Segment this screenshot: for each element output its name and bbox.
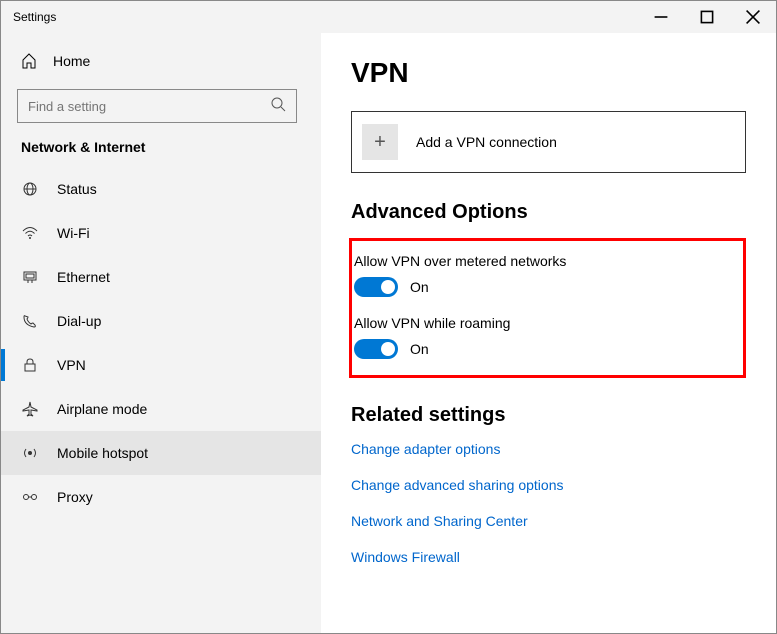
close-button[interactable] [730, 1, 776, 33]
window-controls [638, 1, 776, 33]
home-button[interactable]: Home [1, 41, 321, 81]
highlight-box: Allow VPN over metered networks On Allow… [349, 238, 746, 378]
airplane-icon [21, 401, 39, 417]
metered-toggle[interactable] [354, 277, 398, 297]
sidebar-item-label: Dial-up [57, 313, 101, 329]
link-sharing-options[interactable]: Change advanced sharing options [351, 477, 746, 493]
sidebar-item-label: Status [57, 181, 97, 197]
sidebar-item-label: Ethernet [57, 269, 110, 285]
sidebar-item-label: Airplane mode [57, 401, 147, 417]
dialup-icon [21, 313, 39, 329]
status-icon [21, 181, 39, 197]
link-adapter-options[interactable]: Change adapter options [351, 441, 746, 457]
sidebar-item-status[interactable]: Status [1, 167, 321, 211]
sidebar: Home Network & Internet Status Wi-Fi Eth… [1, 33, 321, 633]
sidebar-item-dialup[interactable]: Dial-up [1, 299, 321, 343]
search-input[interactable] [17, 89, 297, 123]
maximize-button[interactable] [684, 1, 730, 33]
window-title: Settings [1, 10, 56, 24]
sidebar-item-hotspot[interactable]: Mobile hotspot [1, 431, 321, 475]
sidebar-item-proxy[interactable]: Proxy [1, 475, 321, 519]
category-header: Network & Internet [1, 139, 321, 167]
hotspot-icon [21, 445, 39, 461]
sidebar-item-ethernet[interactable]: Ethernet [1, 255, 321, 299]
home-icon [21, 53, 37, 69]
roaming-toggle[interactable] [354, 339, 398, 359]
wifi-icon [21, 225, 39, 241]
main-content: VPN + Add a VPN connection Advanced Opti… [321, 33, 776, 633]
sidebar-item-label: Mobile hotspot [57, 445, 148, 461]
sidebar-item-label: VPN [57, 357, 86, 373]
ethernet-icon [21, 269, 39, 285]
metered-label: Allow VPN over metered networks [352, 253, 727, 269]
plus-icon: + [362, 124, 398, 160]
add-vpn-button[interactable]: + Add a VPN connection [351, 111, 746, 173]
related-settings-title: Related settings [351, 404, 746, 427]
roaming-label: Allow VPN while roaming [352, 315, 727, 331]
titlebar: Settings [1, 1, 776, 33]
sidebar-item-label: Proxy [57, 489, 93, 505]
search-icon [270, 96, 286, 117]
nav-list: Status Wi-Fi Ethernet Dial-up VPN Airpla… [1, 167, 321, 519]
proxy-icon [21, 489, 39, 505]
sidebar-item-airplane[interactable]: Airplane mode [1, 387, 321, 431]
link-network-center[interactable]: Network and Sharing Center [351, 513, 746, 529]
metered-state: On [410, 279, 429, 295]
search-field[interactable] [28, 99, 270, 114]
roaming-state: On [410, 341, 429, 357]
advanced-options-title: Advanced Options [351, 201, 746, 224]
sidebar-item-vpn[interactable]: VPN [1, 343, 321, 387]
page-title: VPN [351, 57, 746, 89]
sidebar-item-wifi[interactable]: Wi-Fi [1, 211, 321, 255]
link-firewall[interactable]: Windows Firewall [351, 549, 746, 565]
vpn-icon [21, 357, 39, 373]
add-vpn-label: Add a VPN connection [416, 134, 557, 150]
home-label: Home [53, 53, 90, 69]
sidebar-item-label: Wi-Fi [57, 225, 90, 241]
minimize-button[interactable] [638, 1, 684, 33]
